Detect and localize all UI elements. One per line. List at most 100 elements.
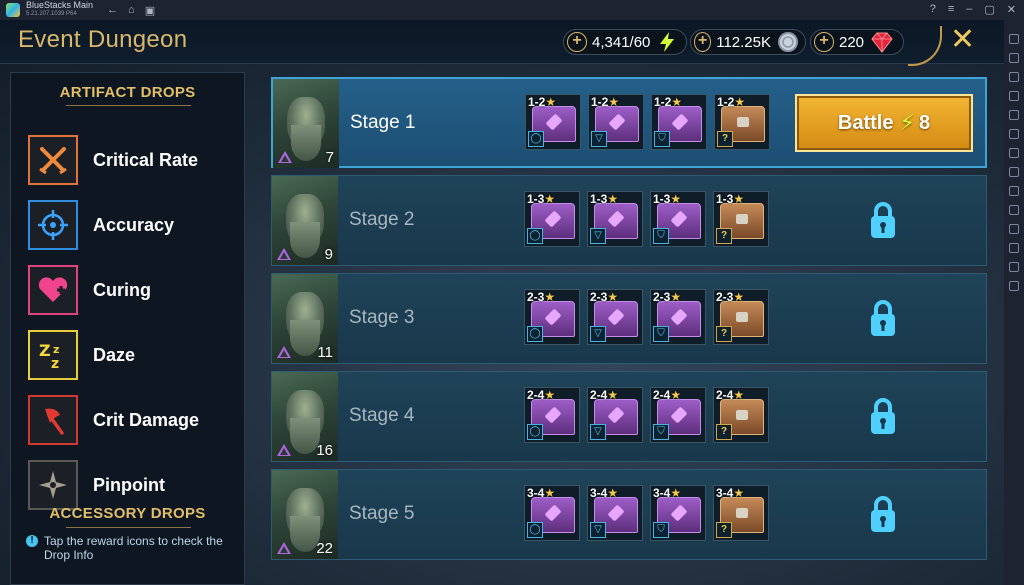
ring-slot-icon: ◯ — [527, 424, 543, 440]
set-accuracy[interactable]: Accuracy — [28, 200, 174, 250]
instance-icon[interactable] — [1009, 243, 1019, 253]
back-icon[interactable]: ← — [107, 4, 118, 17]
multi-window-icon[interactable]: ▣ — [145, 4, 155, 17]
screenshot-icon[interactable] — [1009, 91, 1019, 101]
star-icon: ★ — [607, 388, 619, 402]
star-icon: ★ — [670, 388, 682, 402]
rarity-tier: 1-3★ — [716, 192, 744, 206]
tier-range: 2-4 — [590, 388, 608, 402]
set-curing[interactable]: Curing — [28, 265, 151, 315]
record-icon[interactable] — [1009, 110, 1019, 120]
reward-chest[interactable]: 3-4★ ▽ — [587, 485, 643, 541]
stage-row-2[interactable]: 9 Stage 2 1-3★ ◯ 1-3★ ▽ 1-3★ ⛉ 1-3★? — [271, 175, 987, 266]
close-icon[interactable]: ✕ — [950, 22, 975, 57]
gems-counter[interactable]: + 220 — [810, 29, 904, 55]
rarity-tier: 1-2★ — [591, 95, 619, 109]
star-icon: ★ — [733, 388, 745, 402]
crosshair-icon — [28, 200, 78, 250]
reward-chest[interactable]: 1-2★ ⛉ — [651, 94, 707, 150]
tier-range: 3-4 — [653, 486, 671, 500]
star-icon: ★ — [733, 192, 745, 206]
reward-chest[interactable]: 2-4★? — [713, 387, 769, 443]
set-label: Critical Rate — [93, 149, 199, 170]
battle-button[interactable]: Battle ⚡ 8 — [795, 94, 973, 152]
eco-mode-icon[interactable] — [1009, 262, 1019, 272]
stage-row-5[interactable]: 22 Stage 5 3-4★ ◯ 3-4★ ▽ 3-4★ ⛉ 3-4★? — [271, 469, 987, 560]
emulator-side-toolbar — [1004, 20, 1024, 585]
reward-chest[interactable]: 2-3★? — [713, 289, 769, 345]
reward-chest[interactable]: 2-4★ ▽ — [587, 387, 643, 443]
set-label: Crit Damage — [93, 409, 200, 430]
header: Event Dungeon + 4,341/60 + 112.25K + 220… — [0, 20, 1004, 66]
keyboard-icon[interactable] — [1009, 72, 1019, 82]
add-silver-icon[interactable]: + — [694, 32, 712, 52]
reward-chest[interactable]: 2-3★ ▽ — [587, 289, 643, 345]
ring-slot-icon: ◯ — [527, 326, 543, 342]
folder-icon[interactable] — [1009, 148, 1019, 158]
reward-chest[interactable]: 3-4★ ◯ — [524, 485, 580, 541]
reward-chest[interactable]: 3-4★ ⛉ — [650, 485, 706, 541]
reward-chest[interactable]: 2-4★ ⛉ — [650, 387, 706, 443]
home-icon[interactable]: ⌂ — [128, 4, 135, 17]
banner-slot-icon: ⛉ — [653, 326, 669, 342]
location-icon[interactable] — [1009, 167, 1019, 177]
reward-chest[interactable]: 2-4★ ◯ — [524, 387, 580, 443]
reward-chest[interactable]: 1-2★? — [714, 94, 770, 150]
set-daze[interactable]: Zzz Daze — [28, 330, 135, 380]
reward-chest[interactable]: 1-3★ ▽ — [587, 191, 643, 247]
reward-chest[interactable]: 1-3★? — [713, 191, 769, 247]
unknown-slot-icon: ? — [716, 326, 732, 342]
add-energy-icon[interactable]: + — [567, 32, 587, 52]
amulet-slot-icon: ▽ — [590, 424, 606, 440]
unknown-slot-icon: ? — [716, 424, 732, 440]
set-crit-damage[interactable]: Crit Damage — [28, 395, 199, 445]
set-pinpoint[interactable]: Pinpoint — [28, 460, 165, 510]
menu-icon[interactable]: ≡ — [948, 3, 954, 16]
rotate-icon[interactable] — [1009, 205, 1019, 215]
macro-icon[interactable] — [1009, 224, 1019, 234]
tier-range: 3-4 — [716, 486, 734, 500]
silver-counter[interactable]: + 112.25K — [690, 29, 806, 55]
add-gems-icon[interactable]: + — [814, 32, 834, 52]
reward-chest[interactable]: 1-3★ ◯ — [524, 191, 580, 247]
game-screen: Event Dungeon + 4,341/60 + 112.25K + 220… — [0, 20, 1004, 585]
close-window-icon[interactable]: ✕ — [1007, 3, 1016, 16]
tier-range: 1-2 — [591, 95, 609, 109]
ruby-icon — [870, 31, 893, 53]
minimize-icon[interactable]: – — [966, 3, 972, 16]
stage-row-1[interactable]: 7 Stage 1 1-2★ ◯ 1-2★ ▽ 1-2★ ⛉ 1-2★? Battle ⚡ 8 — [271, 77, 987, 168]
install-apk-icon[interactable] — [1009, 129, 1019, 139]
star-icon: ★ — [608, 95, 620, 109]
set-critical-rate[interactable]: Critical Rate — [28, 135, 198, 185]
emulator-title-bar: BlueStacks Main 5.21.207.1039 P64 ← ⌂ ▣ … — [0, 0, 1024, 20]
svg-text:z: z — [53, 343, 59, 356]
rarity-tier: 3-4★ — [653, 486, 681, 500]
fullscreen-icon[interactable] — [1009, 34, 1019, 44]
page-title: Event Dungeon — [18, 26, 188, 53]
energy-counter[interactable]: + 4,341/60 — [563, 29, 687, 55]
shake-icon[interactable] — [1009, 186, 1019, 196]
rarity-tier: 2-3★ — [653, 290, 681, 304]
boss-beard — [290, 320, 320, 356]
banner-slot-icon: ⛉ — [653, 228, 669, 244]
reward-chest[interactable]: 1-2★ ▽ — [588, 94, 644, 150]
reward-chest[interactable]: 2-3★ ⛉ — [650, 289, 706, 345]
reward-chest[interactable]: 2-3★ ◯ — [524, 289, 580, 345]
reward-chest[interactable]: 1-2★ ◯ — [525, 94, 581, 150]
stage-row-4[interactable]: 16 Stage 4 2-4★ ◯ 2-4★ ▽ 2-4★ ⛉ 2-4★? — [271, 371, 987, 462]
reward-chest[interactable]: 3-4★? — [713, 485, 769, 541]
stage-name: Stage 5 — [349, 503, 415, 524]
volume-icon[interactable] — [1009, 53, 1019, 63]
stage-row-3[interactable]: 11 Stage 3 2-3★ ◯ 2-3★ ▽ 2-3★ ⛉ 2-3★? — [271, 273, 987, 364]
tier-range: 1-3 — [527, 192, 545, 206]
difficulty-triangle-icon — [277, 542, 291, 554]
reward-chest[interactable]: 1-3★ ⛉ — [650, 191, 706, 247]
header-ornament — [908, 26, 942, 66]
help-icon[interactable]: ? — [930, 3, 936, 16]
stage-name: Stage 4 — [349, 405, 415, 426]
sync-icon[interactable] — [1009, 281, 1019, 291]
star-icon: ★ — [671, 95, 683, 109]
star-icon: ★ — [670, 192, 682, 206]
maximize-icon[interactable]: ▢ — [984, 3, 994, 16]
tier-range: 2-3 — [590, 290, 608, 304]
